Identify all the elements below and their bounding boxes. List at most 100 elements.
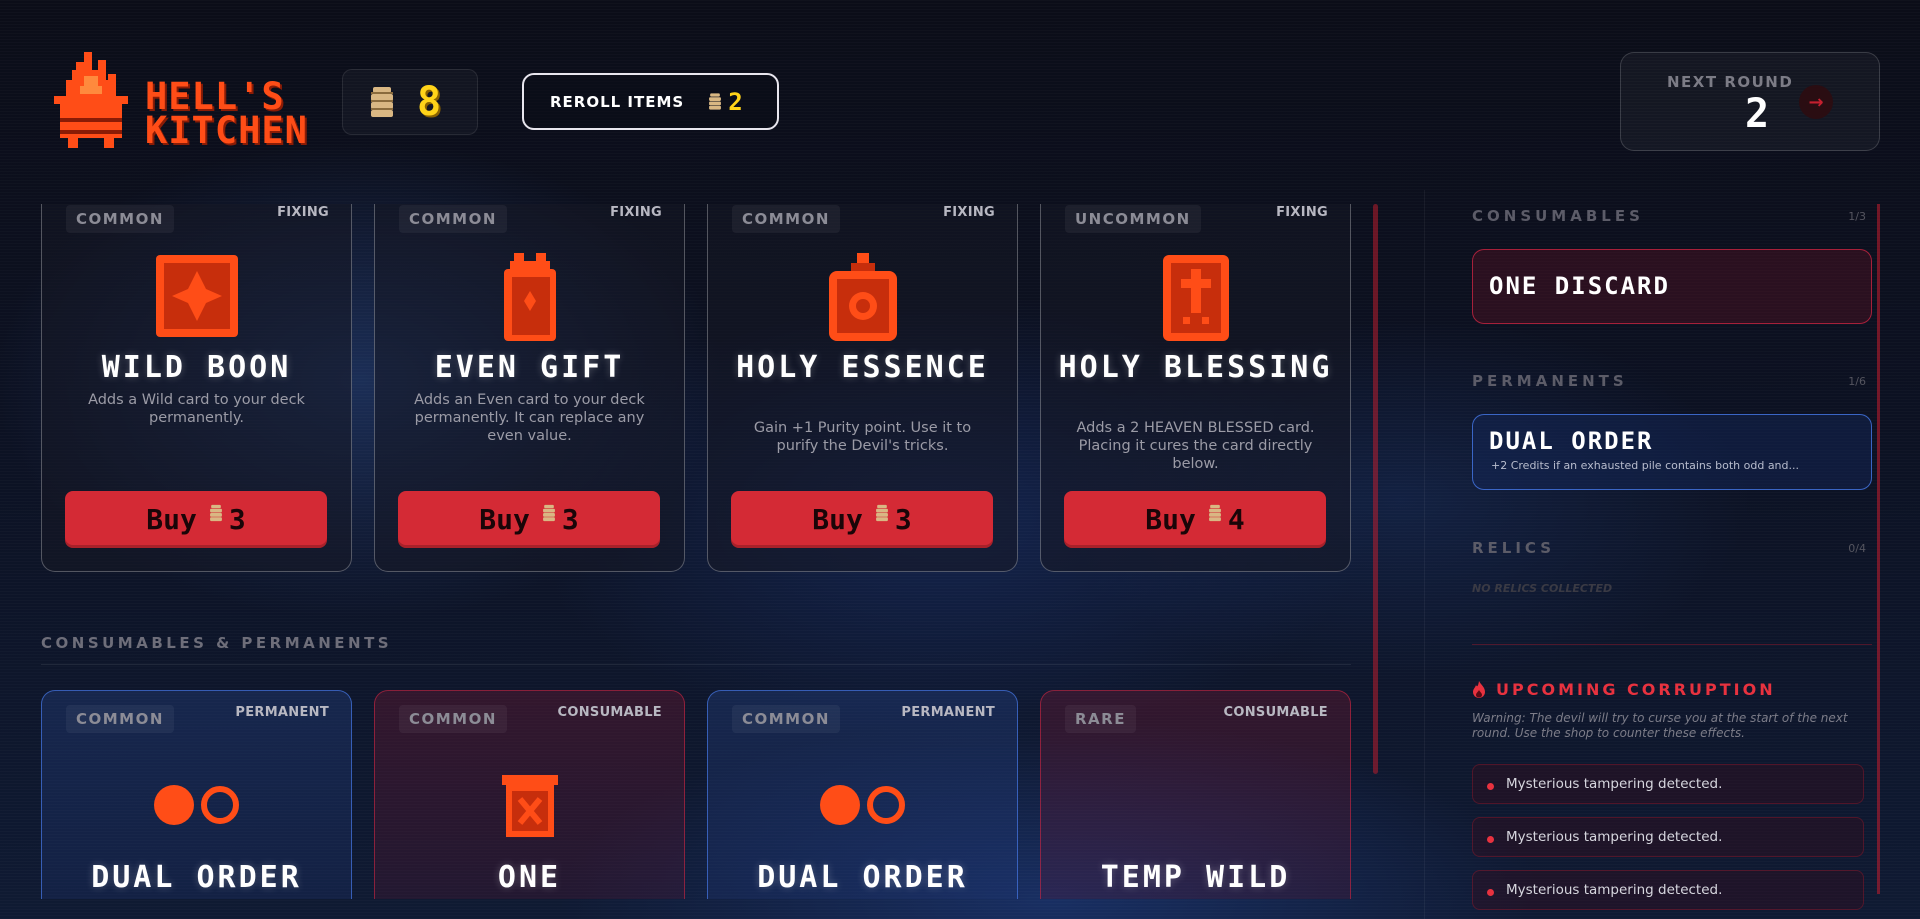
corruption-warning: Warning: The devil will try to curse you… [1472,711,1848,740]
buy-price: 3 [228,503,246,536]
consumable-slot[interactable]: ONE DISCARD [1472,249,1872,324]
buy-label: Buy [146,503,197,536]
buy-button[interactable]: Buy 4 [1064,491,1326,548]
shop-card-temp-wild[interactable]: RARE CONSUMABLE TEMP WILD [1040,690,1351,899]
card-title: ONE [497,860,562,895]
shop-area: COMMON FIXING WILD BOON Adds a Wild card… [41,204,1353,899]
shop-scrollbar[interactable] [1373,204,1378,774]
next-round-number: 2 [1745,91,1770,137]
logo-title: HELL'S KITCHEN [145,78,308,152]
next-round-label: NEXT ROUND [1667,73,1794,91]
corruption-text: Mysterious tampering detected. [1506,829,1723,845]
card-description: Adds an Even card to your deck permanent… [414,392,645,444]
shop-card-holy-essence[interactable]: COMMON FIXING HOLY ESSENCE Gain +1 Purit… [707,204,1018,572]
alert-dot-icon [1487,888,1494,896]
card-title: EVEN GIFT [434,350,625,385]
buy-label: Buy [479,503,530,536]
logo-line2: KITCHEN [145,109,308,152]
permanents-heading: PERMANENTS [1472,372,1628,390]
card-title: DUAL ORDER [91,860,302,895]
flame-icon [1473,681,1485,698]
coin-stack-icon [371,87,393,117]
rarity-badge: RARE [1065,705,1136,733]
relics-heading: RELICS [1472,539,1556,557]
card-title: DUAL ORDER [757,860,968,895]
next-round-button[interactable]: NEXT ROUND 2 → [1620,52,1880,151]
top-bar: HELL'S KITCHEN 8 REROLL ITEMS 2 NEXT ROU… [0,0,1920,190]
consumables-count: 1/3 [1848,210,1866,223]
buy-price: 3 [894,503,912,536]
card-description: Adds a 2 HEAVEN BLESSED card. Placing it… [1076,420,1315,472]
card-type: FIXING [943,205,995,220]
shop-card-dual-order[interactable]: COMMON PERMANENT DUAL ORDER [707,690,1018,899]
permanents-count: 1/6 [1848,375,1866,388]
coin-stack-icon [709,93,722,110]
shop-card-wild-boon[interactable]: COMMON FIXING WILD BOON Adds a Wild card… [41,204,352,572]
odd-even-icon [708,783,1017,827]
card-title: HOLY ESSENCE [736,350,989,385]
card-type: FIXING [1276,205,1328,220]
shop-card-one-discard[interactable]: COMMON CONSUMABLE ONE [374,690,685,899]
gift-card-icon [375,253,684,343]
corruption-text: Mysterious tampering detected. [1506,882,1723,898]
permanent-slot[interactable]: DUAL ORDER +2 Credits if an exhausted pi… [1472,414,1872,490]
coin-stack-icon [542,504,555,522]
coin-amount: 8 [417,79,442,125]
rarity-badge: COMMON [732,705,840,733]
card-type: PERMANENT [901,705,995,720]
card-description: Gain +1 Purity point. Use it to purify t… [753,420,972,454]
card-description: Adds a Wild card to your deck permanentl… [88,392,305,426]
shop-card-dual-order[interactable]: COMMON PERMANENT DUAL ORDER [41,690,352,899]
corruption-title: UPCOMING CORRUPTION [1496,680,1776,699]
coin-stack-icon [209,504,222,522]
coin-counter: 8 [342,69,478,135]
reroll-cost: 2 [728,87,743,116]
cross-card-icon [1041,253,1350,343]
reroll-button[interactable]: REROLL ITEMS 2 [522,73,779,130]
buy-label: Buy [812,503,863,536]
arrow-right-icon: → [1799,85,1833,119]
alert-dot-icon [1487,835,1494,843]
inventory-sidebar: CONSUMABLES 1/3 ONE DISCARD PERMANENTS 1… [1424,190,1880,919]
rarity-badge: COMMON [66,205,174,233]
buy-label: Buy [1145,503,1196,536]
reroll-label: REROLL ITEMS [550,92,685,111]
card-type: CONSUMABLE [557,705,662,720]
corruption-item: Mysterious tampering detected. [1472,764,1864,804]
buy-button[interactable]: Buy 3 [731,491,993,548]
card-type: FIXING [277,205,329,220]
consumables-heading: CONSUMABLES [1472,207,1644,225]
rarity-badge: COMMON [399,205,507,233]
sidebar-divider [1472,644,1872,645]
buy-button[interactable]: Buy 3 [398,491,660,548]
trash-can-icon [375,775,684,837]
coin-stack-icon [875,504,888,522]
alert-dot-icon [1487,782,1494,790]
section-divider [41,664,1351,665]
coin-stack-icon [1208,504,1221,522]
shop-card-holy-blessing[interactable]: UNCOMMON FIXING HOLY BLESSING Adds a 2 H… [1040,204,1351,572]
relics-empty-text: NO RELICS COLLECTED [1472,582,1613,595]
corruption-item: Mysterious tampering detected. [1472,870,1864,910]
section-title: CONSUMABLES & PERMANENTS [41,634,393,652]
corruption-text: Mysterious tampering detected. [1506,776,1723,792]
permanent-description: +2 Credits if an exhausted pile contains… [1491,459,1799,472]
rarity-badge: COMMON [399,705,507,733]
wild-card-icon [42,253,351,339]
sidebar-scrollbar[interactable] [1877,204,1880,894]
holy-flask-icon [708,253,1017,343]
corruption-item: Mysterious tampering detected. [1472,817,1864,857]
buy-button[interactable]: Buy 3 [65,491,327,548]
rarity-badge: COMMON [732,205,840,233]
corruption-heading: UPCOMING CORRUPTION [1472,680,1776,699]
shop-card-even-gift[interactable]: COMMON FIXING EVEN GIFT Adds an Even car… [374,204,685,572]
permanent-name: DUAL ORDER [1489,427,1654,455]
relics-count: 0/4 [1848,542,1866,555]
card-title: TEMP WILD [1100,860,1291,895]
rarity-badge: COMMON [66,705,174,733]
card-type: FIXING [610,205,662,220]
card-type: PERMANENT [235,705,329,720]
consumable-name: ONE DISCARD [1489,272,1670,300]
odd-even-icon [42,783,351,827]
rarity-badge: UNCOMMON [1065,205,1201,233]
